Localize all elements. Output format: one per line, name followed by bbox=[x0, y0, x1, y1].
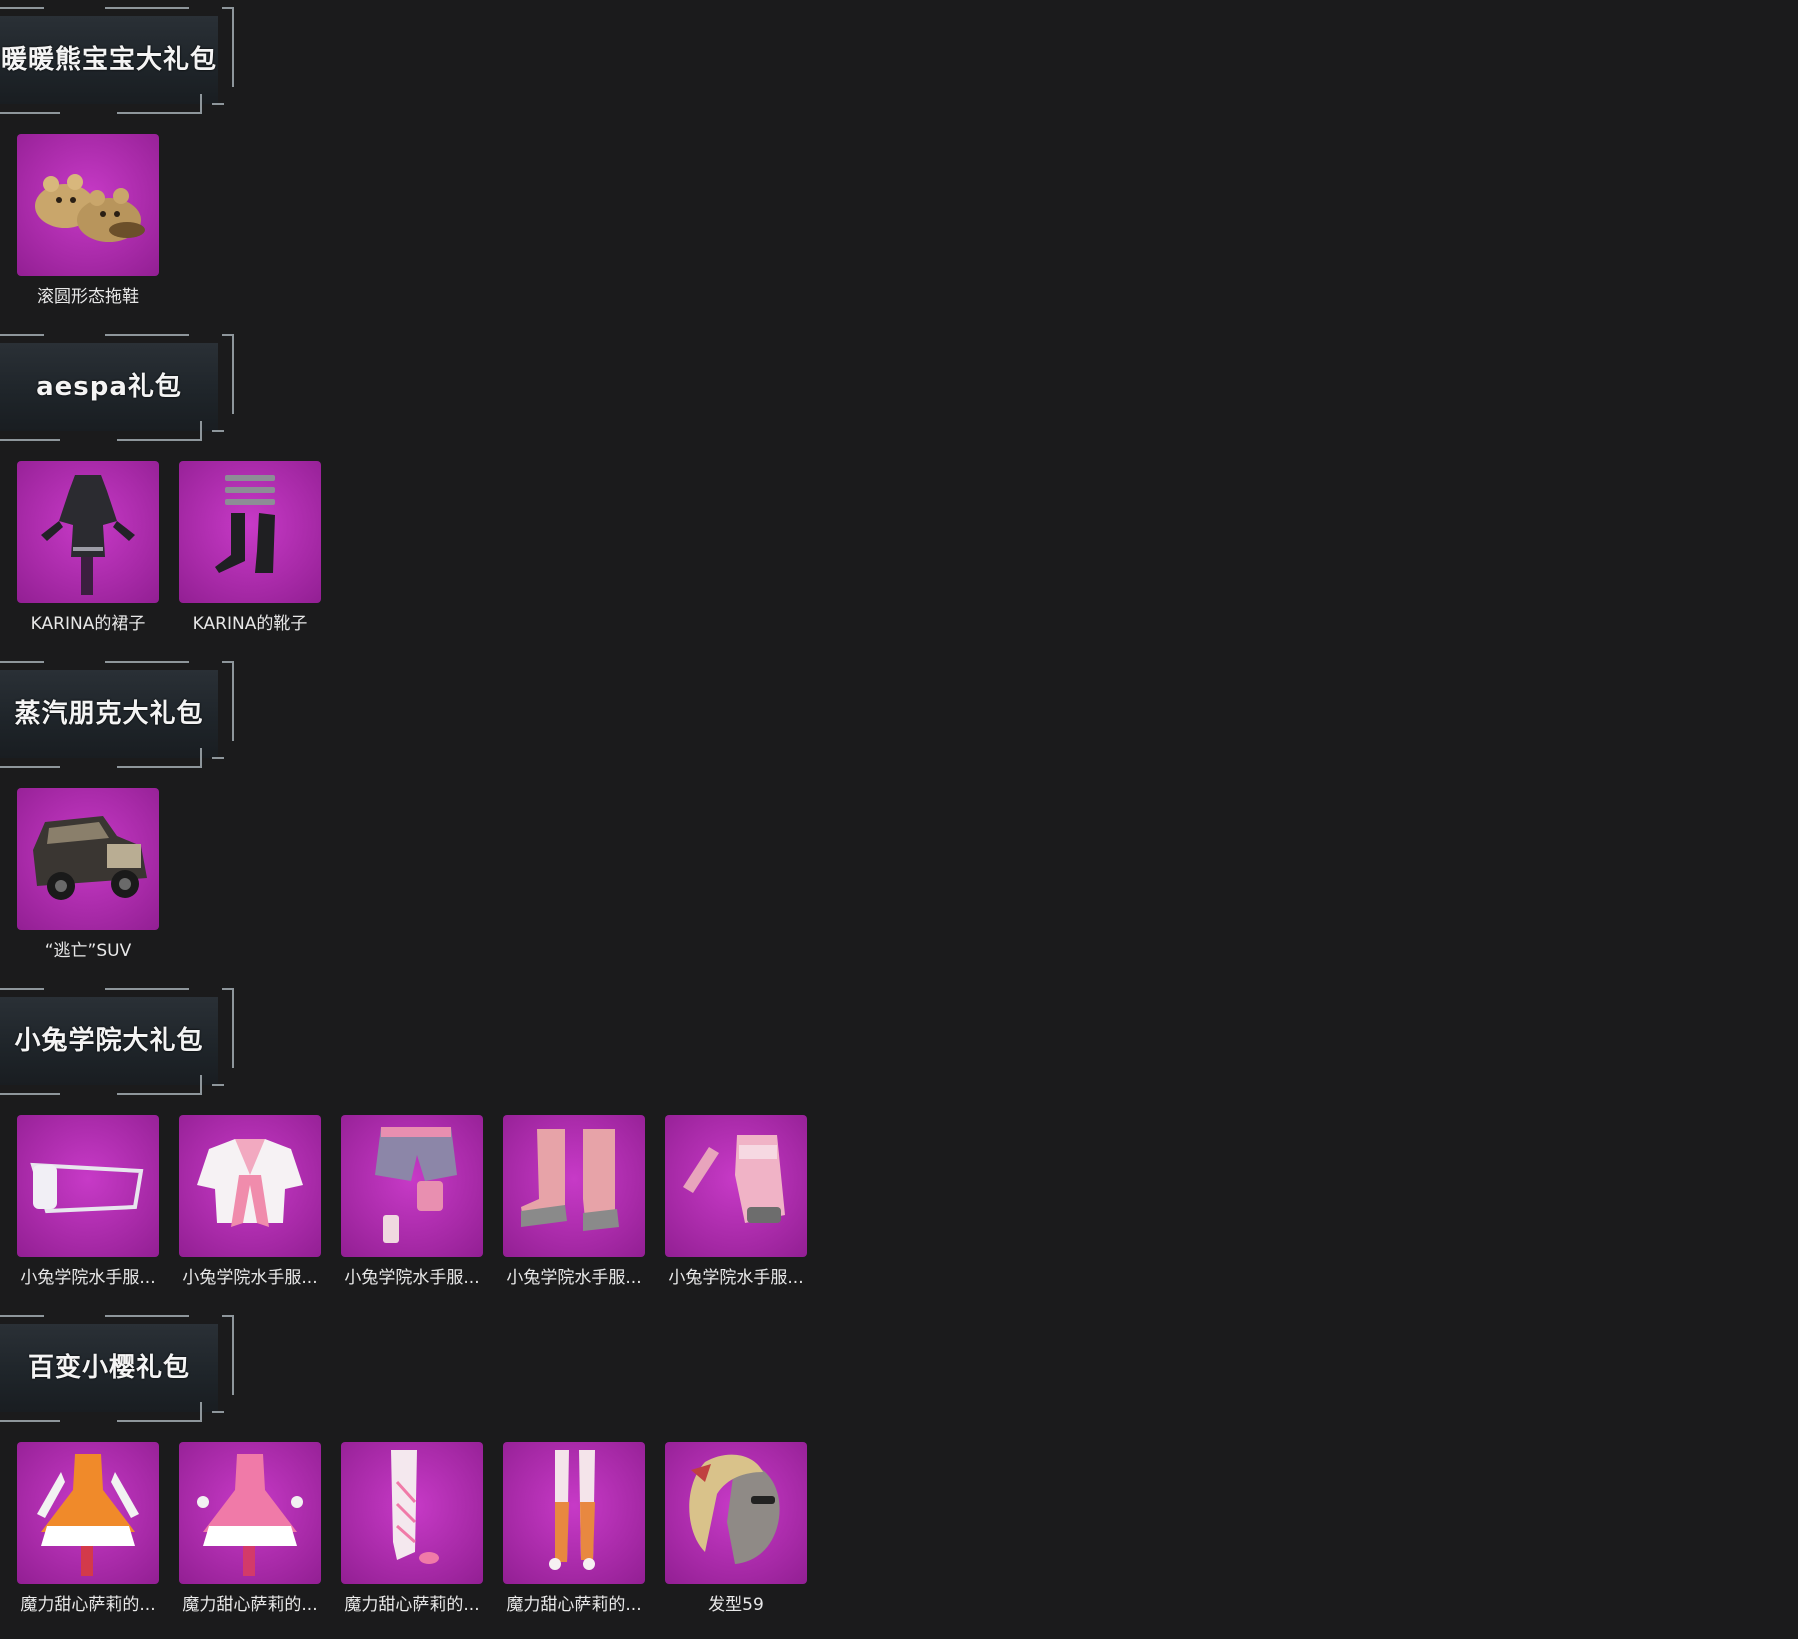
item-card[interactable]: 魔力甜心萨莉的... bbox=[17, 1442, 159, 1617]
item-card[interactable]: 小兔学院水手服... bbox=[341, 1115, 483, 1290]
item-name: 魔力甜心萨莉的... bbox=[344, 1595, 480, 1615]
item-name: 滚圆形态拖鞋 bbox=[37, 287, 139, 307]
item-card[interactable]: 小兔学院水手服... bbox=[179, 1115, 321, 1290]
item-name: 小兔学院水手服... bbox=[506, 1268, 642, 1288]
item-name: “逃亡”SUV bbox=[44, 941, 132, 961]
pack-header: 小兔学院大礼包 bbox=[0, 981, 236, 1101]
item-name: 魔力甜心萨莉的... bbox=[506, 1595, 642, 1615]
pack-title: 小兔学院大礼包 bbox=[14, 1026, 204, 1056]
black-boots-icon bbox=[179, 461, 321, 603]
item-card[interactable]: 魔力甜心萨莉的... bbox=[341, 1442, 483, 1617]
pack-title: 暖暖熊宝宝大礼包 bbox=[0, 45, 217, 75]
hairstyle-icon bbox=[665, 1442, 807, 1584]
pack-title: 蒸汽朋克大礼包 bbox=[14, 699, 204, 729]
item-name: 小兔学院水手服... bbox=[182, 1268, 318, 1288]
item-name: 发型59 bbox=[708, 1595, 764, 1615]
gift-pack-page: 暖暖熊宝宝大礼包 滚圆形态拖鞋 aespa礼包 KARINA的裙子 KARINA… bbox=[0, 0, 1798, 1639]
vintage-car-icon bbox=[17, 788, 159, 930]
shorts-icon bbox=[341, 1115, 483, 1257]
item-name: 小兔学院水手服... bbox=[344, 1268, 480, 1288]
item-card[interactable]: KARINA的靴子 bbox=[179, 461, 321, 636]
pack-header: aespa礼包 bbox=[0, 327, 236, 447]
item-name: KARINA的靴子 bbox=[192, 614, 308, 634]
item-card[interactable]: “逃亡”SUV bbox=[17, 788, 159, 963]
pack-header: 暖暖熊宝宝大礼包 bbox=[0, 0, 236, 120]
item-card[interactable]: 魔力甜心萨莉的... bbox=[503, 1442, 645, 1617]
item-card[interactable]: 魔力甜心萨莉的... bbox=[179, 1442, 321, 1617]
pack-section: 蒸汽朋克大礼包 “逃亡”SUV bbox=[0, 654, 900, 981]
item-name: KARINA的裙子 bbox=[30, 614, 146, 634]
sailor-top-icon bbox=[179, 1115, 321, 1257]
pack-header: 百变小樱礼包 bbox=[0, 1308, 236, 1428]
item-name: 小兔学院水手服... bbox=[20, 1268, 156, 1288]
pack-title: aespa礼包 bbox=[36, 372, 182, 402]
pink-boots-icon bbox=[503, 1115, 645, 1257]
item-card[interactable]: 小兔学院水手服... bbox=[665, 1115, 807, 1290]
item-card[interactable]: KARINA的裙子 bbox=[17, 461, 159, 636]
gloves-icon bbox=[665, 1115, 807, 1257]
pack-title: 百变小樱礼包 bbox=[27, 1353, 190, 1383]
item-name: 小兔学院水手服... bbox=[668, 1268, 804, 1288]
item-card[interactable]: 小兔学院水手服... bbox=[503, 1115, 645, 1290]
pink-dress-icon bbox=[179, 1442, 321, 1584]
pack-section: aespa礼包 KARINA的裙子 KARINA的靴子 bbox=[0, 327, 900, 654]
item-name: 魔力甜心萨莉的... bbox=[182, 1595, 318, 1615]
bear-slippers-icon bbox=[17, 134, 159, 276]
item-card[interactable]: 小兔学院水手服... bbox=[17, 1115, 159, 1290]
item-card[interactable]: 发型59 bbox=[665, 1442, 807, 1617]
pack-section: 小兔学院大礼包 小兔学院水手服... 小兔学院水手服... 小兔学院水手服...… bbox=[0, 981, 900, 1308]
pack-section: 百变小樱礼包 魔力甜心萨莉的... 魔力甜心萨莉的... 魔力甜心萨莉的... … bbox=[0, 1308, 900, 1635]
face-mask-icon bbox=[17, 1115, 159, 1257]
item-name: 魔力甜心萨莉的... bbox=[20, 1595, 156, 1615]
orange-dress-icon bbox=[17, 1442, 159, 1584]
pack-header: 蒸汽朋克大礼包 bbox=[0, 654, 236, 774]
item-card[interactable]: 滚圆形态拖鞋 bbox=[17, 134, 159, 309]
pack-section: 暖暖熊宝宝大礼包 滚圆形态拖鞋 bbox=[0, 0, 900, 327]
black-dress-icon bbox=[17, 461, 159, 603]
orange-stockings-icon bbox=[503, 1442, 645, 1584]
white-stockings-icon bbox=[341, 1442, 483, 1584]
